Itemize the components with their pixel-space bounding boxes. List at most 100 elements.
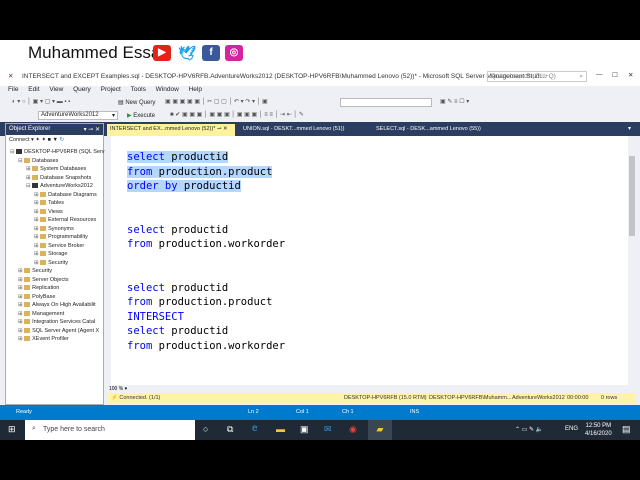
tree-node[interactable]: ⊞ Programmability (34, 234, 88, 240)
tree-node[interactable]: ⊞ Database Diagrams (34, 192, 97, 198)
channel-banner: Muhammed Essa (0, 40, 640, 68)
expand-icon[interactable]: ⊟ (10, 149, 15, 155)
execute-button[interactable]: ▶ Execute (127, 112, 155, 119)
taskbar: ⊞ ⌕ Type here to search ○ ⧉ e ▬ ▣ ✉ ◉ ▰ ⌃… (0, 420, 640, 440)
taskbar-search[interactable]: ⌕ Type here to search (25, 420, 195, 440)
expand-icon[interactable]: ⊞ (26, 175, 31, 181)
close-button[interactable]: ✕ (628, 71, 633, 79)
mail-icon[interactable]: ✉ (324, 424, 332, 435)
tree-node[interactable]: ⊟ DESKTOP-HPV6RFB (SQL Serv (10, 149, 105, 155)
clock[interactable]: 12:50 PM 4/16/2020 (585, 422, 612, 438)
file-explorer-icon[interactable]: ▬ (276, 424, 285, 434)
tree-node[interactable]: ⊟ Databases (18, 158, 58, 164)
tree-node[interactable]: ⊞ Views (34, 209, 63, 215)
expand-icon[interactable]: ⊞ (18, 294, 23, 300)
minimize-button[interactable]: — (596, 71, 603, 78)
expand-icon[interactable]: ⊞ (34, 234, 39, 240)
chrome-icon[interactable]: ◉ (349, 424, 357, 435)
connect-button[interactable]: Connect (9, 137, 30, 143)
expand-icon[interactable]: ⊟ (18, 158, 23, 164)
tree-node[interactable]: ⊞ Synonyms (34, 226, 74, 232)
pin-close-icons[interactable]: ▾ ⊸ ✕ (84, 126, 100, 133)
solution-config-dropdown[interactable] (340, 98, 432, 107)
menu-query[interactable]: Query (73, 86, 91, 93)
expand-icon[interactable]: ⊞ (18, 285, 23, 291)
tree-node[interactable]: ⊞ Tables (34, 200, 64, 206)
expand-icon[interactable]: ⊟ (26, 183, 31, 189)
expand-icon[interactable]: ⊞ (34, 243, 39, 249)
tree-node[interactable]: ⊞ Management (18, 311, 64, 317)
scroll-thumb[interactable] (629, 156, 635, 236)
menu-view[interactable]: View (49, 86, 63, 93)
expand-icon[interactable]: ⊞ (34, 260, 39, 266)
language-indicator[interactable]: ENG (565, 426, 578, 432)
cortana-icon[interactable]: ○ (203, 424, 208, 434)
store-icon[interactable]: ▣ (300, 424, 309, 435)
menu-help[interactable]: Help (189, 86, 202, 93)
new-query-button[interactable]: ▤ New Query (118, 99, 155, 106)
tree-node[interactable]: ⊞ Security (18, 268, 52, 274)
tab-list-dropdown[interactable]: ▾ (628, 125, 631, 132)
windows-start-icon[interactable]: ⊞ (8, 424, 16, 435)
expand-icon[interactable]: ⊞ (18, 268, 23, 274)
tree-node[interactable]: ⊞ Service Broker (34, 243, 84, 249)
tree-node[interactable]: ⊞ Storage (34, 251, 67, 257)
expand-icon[interactable]: ⊞ (34, 251, 39, 257)
expand-icon[interactable]: ⊞ (18, 311, 23, 317)
menu-tools[interactable]: Tools (131, 86, 146, 93)
vertical-scrollbar[interactable] (628, 136, 636, 385)
expand-icon[interactable]: ⊞ (34, 209, 39, 215)
edge-icon[interactable]: e (252, 423, 258, 434)
column-number: Col 1 (296, 409, 309, 415)
tab-select[interactable]: SELECT.sql - DESK...ammed Lenovo (55)) (373, 124, 484, 136)
youtube-icon: ▶ (153, 45, 171, 61)
tree-node-label: DESKTOP-HPV6RFB (SQL Serv (24, 149, 105, 155)
tree-node[interactable]: ⊞ Database Snapshots (26, 175, 91, 181)
notifications-icon[interactable]: ▤ (622, 424, 631, 435)
expand-icon[interactable]: ⊞ (34, 226, 39, 232)
tab-union[interactable]: UNION.sql - DESKT...mmed Lenovo (51)) (240, 124, 347, 136)
search-placeholder: Type here to search (43, 426, 105, 433)
char-number: Ch 1 (342, 409, 354, 415)
tree-node[interactable]: ⊞ PolyBase (18, 294, 55, 300)
query-editor[interactable]: select productid from production.product o… (107, 136, 636, 385)
tree-node[interactable]: ⊞ XEvent Profiler (18, 336, 69, 342)
tree-node[interactable]: ⊞ Replication (18, 285, 59, 291)
tree-node[interactable]: ⊞ Security (34, 260, 68, 266)
close-tab-icon[interactable]: ✕ (223, 126, 228, 132)
folder-icon (40, 217, 47, 223)
tree-node[interactable]: ⊟ AdventureWorks2012 (26, 183, 93, 189)
pin-icon[interactable]: ⊸ (217, 126, 222, 132)
expand-icon[interactable]: ⊞ (34, 200, 39, 206)
tree-node[interactable]: ⊞ SQL Server Agent (Agent X (18, 328, 99, 334)
code-line: order by productid (127, 179, 241, 193)
zoom-level[interactable]: 100 % (109, 386, 123, 392)
expand-icon[interactable]: ⊞ (26, 166, 31, 172)
system-tray-icons[interactable]: ⌃ ▭ ✎ 🔈 (515, 426, 543, 433)
tree-node[interactable]: ⊞ External Resources (34, 217, 96, 223)
database-dropdown[interactable]: AdventureWorks2012 ▾ (38, 111, 118, 120)
tab-intersect[interactable]: INTERSECT and EX...mmed Lenovo (52))* ⊸ … (107, 124, 235, 136)
tree-node[interactable]: ⊞ System Databases (26, 166, 86, 172)
folder-icon (24, 336, 31, 342)
menu-edit[interactable]: Edit (28, 86, 39, 93)
quick-launch-input[interactable]: Quick Launch (Ctrl+Q) ⌕ (487, 71, 587, 82)
maximize-button[interactable]: ☐ (612, 71, 618, 79)
menu-project[interactable]: Project (101, 86, 121, 93)
expand-icon[interactable]: ⊞ (34, 192, 39, 198)
twitter-icon: 🕊 (178, 45, 196, 61)
menu-window[interactable]: Window (156, 86, 179, 93)
ssms-taskbar-icon[interactable]: ▰ (368, 420, 392, 440)
expand-icon[interactable]: ⊞ (18, 302, 23, 308)
expand-icon[interactable]: ⊞ (18, 277, 23, 283)
tree-node-label: Service Broker (48, 242, 85, 249)
tree-node[interactable]: ⊞ Always On High Availabilit (18, 302, 96, 308)
expand-icon[interactable]: ⊞ (18, 328, 23, 334)
expand-icon[interactable]: ⊞ (18, 336, 23, 342)
task-view-icon[interactable]: ⧉ (227, 424, 233, 435)
expand-icon[interactable]: ⊞ (34, 217, 39, 223)
menu-file[interactable]: File (8, 86, 18, 93)
tree-node[interactable]: ⊞ Server Objects (18, 277, 69, 283)
tree-node[interactable]: ⊞ Integration Services Catal (18, 319, 95, 325)
expand-icon[interactable]: ⊞ (18, 319, 23, 325)
